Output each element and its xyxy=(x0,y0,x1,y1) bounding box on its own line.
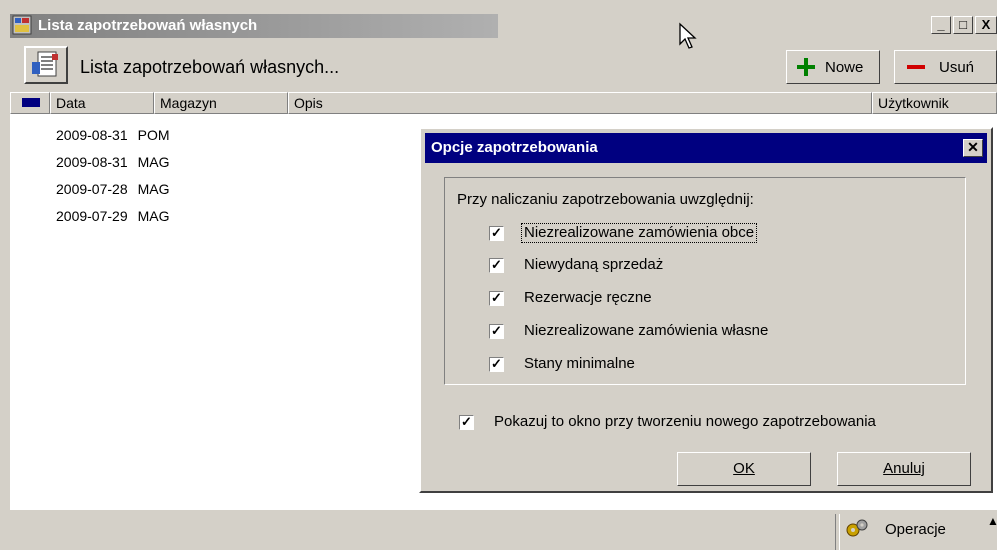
option-unissued-sales[interactable]: ✓ Niewydaną sprzedaż xyxy=(489,256,663,274)
table-row[interactable]: 2009-07-29 MAG xyxy=(56,205,170,227)
option-label: Niewydaną sprzedaż xyxy=(524,256,664,273)
column-header-warehouse[interactable]: Magazyn xyxy=(154,92,288,114)
operations-label: Operacje xyxy=(885,520,946,538)
dialog-close-button[interactable]: ✕ xyxy=(963,139,983,157)
row-warehouse: MAG xyxy=(137,208,170,224)
minimize-button[interactable]: _ xyxy=(931,16,951,34)
option-label: Pokazuj to okno przy tworzeniu nowego za… xyxy=(494,413,876,430)
checkbox[interactable]: ✓ xyxy=(489,225,504,241)
ok-button[interactable]: OK xyxy=(677,452,811,486)
cancel-button[interactable]: Anuluj xyxy=(837,452,971,486)
option-manual-reservations[interactable]: ✓ Rezerwacje ręczne xyxy=(489,289,652,307)
options-dialog: Opcje zapotrzebowania ✕ Przy naliczaniu … xyxy=(419,127,993,493)
checkbox[interactable]: ✓ xyxy=(489,323,504,339)
window-title: Lista zapotrzebowań własnych xyxy=(38,17,258,34)
row-date: 2009-08-31 xyxy=(56,154,128,170)
dialog-title: Opcje zapotrzebowania xyxy=(431,139,598,156)
option-label: Niezrealizowane zamówienia własne xyxy=(524,322,769,339)
table-row[interactable]: 2009-08-31 POM xyxy=(56,124,170,146)
column-selector-icon xyxy=(22,98,40,107)
checkbox[interactable]: ✓ xyxy=(489,290,504,306)
gears-icon xyxy=(846,519,868,537)
status-bar: Operacje ▲ xyxy=(10,510,997,550)
page-title: Lista zapotrzebowań własnych... xyxy=(80,57,340,77)
option-label: Rezerwacje ręczne xyxy=(524,289,652,306)
ok-button-label: OK xyxy=(733,460,755,477)
close-button[interactable]: X xyxy=(975,16,997,34)
delete-button-label: Usuń xyxy=(939,58,975,76)
delete-button[interactable]: Usuń xyxy=(894,50,997,84)
row-date: 2009-07-28 xyxy=(56,181,128,197)
table-header: Data Magazyn Opis Użytkownik xyxy=(10,92,997,114)
checkbox[interactable]: ✓ xyxy=(459,414,474,430)
scroll-up-arrow-icon[interactable]: ▲ xyxy=(987,514,997,528)
window-titlebar[interactable]: Lista zapotrzebowań własnych _ □ X xyxy=(0,0,997,40)
mouse-cursor-icon xyxy=(678,22,698,54)
table-row[interactable]: 2009-07-28 MAG xyxy=(56,178,170,200)
row-warehouse: POM xyxy=(137,127,170,143)
minus-icon xyxy=(907,65,925,69)
column-header-user[interactable]: Użytkownik xyxy=(872,92,997,114)
dialog-titlebar[interactable]: Opcje zapotrzebowania ✕ xyxy=(425,133,987,163)
cancel-button-label: Anuluj xyxy=(883,460,925,477)
row-date: 2009-08-31 xyxy=(56,127,128,143)
column-selector[interactable] xyxy=(10,92,50,114)
row-date: 2009-07-29 xyxy=(56,208,128,224)
column-header-description[interactable]: Opis xyxy=(288,92,872,114)
status-divider xyxy=(835,514,840,550)
table-row[interactable]: 2009-08-31 MAG xyxy=(56,151,170,173)
option-show-on-new[interactable]: ✓ Pokazuj to okno przy tworzeniu nowego … xyxy=(459,413,876,431)
maximize-button[interactable]: □ xyxy=(953,16,973,34)
option-minimum-stock[interactable]: ✓ Stany minimalne xyxy=(489,355,635,373)
new-button[interactable]: Nowe xyxy=(786,50,880,84)
list-icon-button[interactable] xyxy=(24,46,68,84)
new-button-label: Nowe xyxy=(825,58,864,76)
document-list-icon xyxy=(32,51,58,77)
row-warehouse: MAG xyxy=(137,154,170,170)
group-label: Przy naliczaniu zapotrzebowania uwzględn… xyxy=(457,191,754,208)
app-icon xyxy=(12,15,32,35)
checkbox[interactable]: ✓ xyxy=(489,257,504,273)
option-foreign-orders[interactable]: ✓ Niezrealizowane zamówienia obce xyxy=(489,223,758,243)
option-own-orders[interactable]: ✓ Niezrealizowane zamówienia własne xyxy=(489,322,768,340)
plus-icon xyxy=(797,58,815,76)
row-warehouse: MAG xyxy=(137,181,170,197)
option-label: Niezrealizowane zamówienia obce xyxy=(520,223,758,243)
checkbox[interactable]: ✓ xyxy=(489,356,504,372)
option-label: Stany minimalne xyxy=(524,355,635,372)
operations-button[interactable]: Operacje xyxy=(845,518,946,540)
column-header-date[interactable]: Data xyxy=(50,92,154,114)
